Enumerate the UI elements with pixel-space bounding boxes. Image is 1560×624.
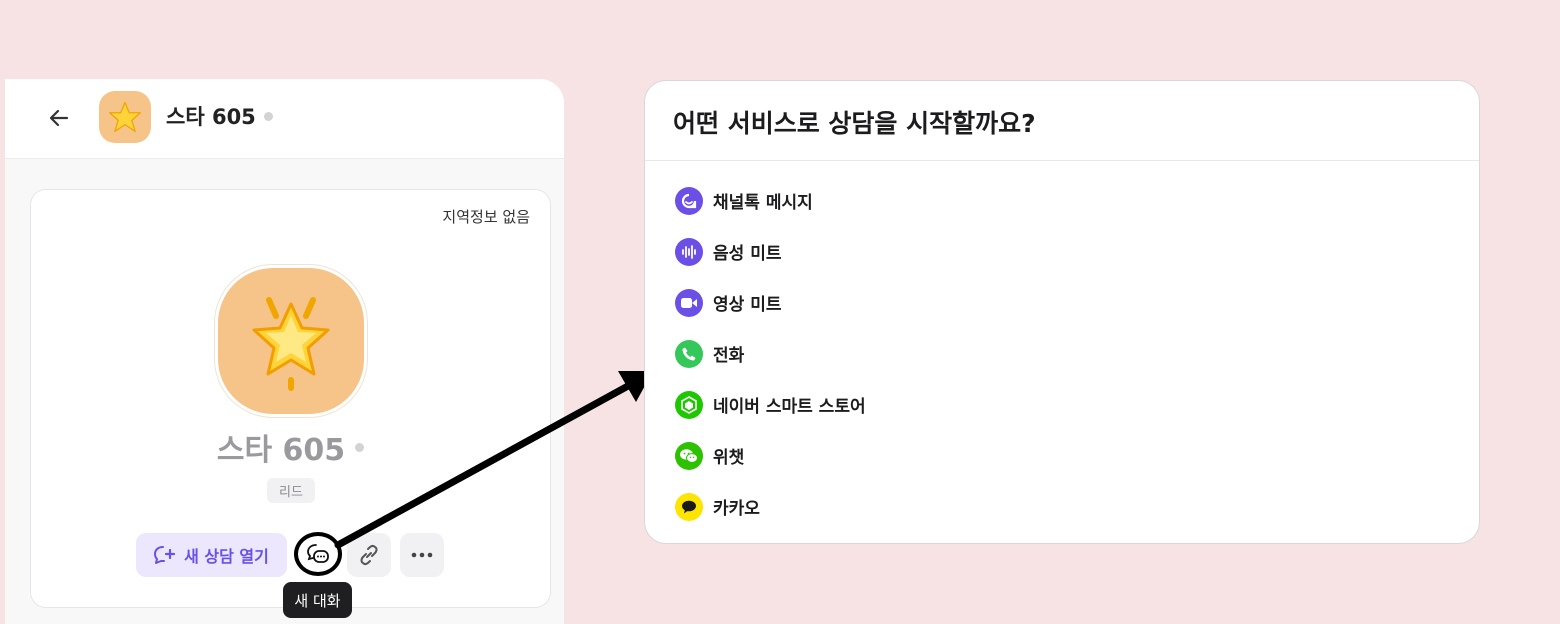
option-label: 채널톡 메시지 (713, 193, 813, 213)
service-option-list: 채널톡 메시지 음성 미트 영상 미트 전화 네이버 스마트 스토어 위챗 카카… (675, 175, 866, 532)
region-label: 지역정보 없음 (442, 208, 530, 226)
option-label: 네이버 스마트 스토어 (713, 397, 866, 417)
divider (645, 160, 1479, 161)
tooltip: 새 대화 (283, 582, 352, 618)
open-chat-button[interactable]: 새 상담 열기 (136, 533, 287, 577)
link-icon (360, 544, 378, 566)
option-label: 위챗 (713, 448, 745, 468)
profile-avatar (215, 265, 367, 417)
profile-header: 스타 605 (5, 79, 564, 159)
profile-panel: 스타 605 지역정보 없음 스타 605 리드 새 상담 열기 (5, 79, 564, 624)
status-dot (355, 443, 365, 452)
option-label: 전화 (713, 346, 745, 366)
new-conversation-button[interactable] (294, 532, 342, 576)
dialog-title: 어떤 서비스로 상담을 시작할까요? (673, 109, 1036, 138)
chat-plus-icon (154, 546, 176, 564)
wechat-icon (675, 441, 703, 470)
option-label: 영상 미트 (713, 295, 782, 315)
phone-icon (675, 339, 703, 368)
option-label: 카카오 (713, 499, 760, 519)
star-icon (109, 101, 141, 133)
option-kakao[interactable]: 카카오 (675, 481, 866, 532)
option-voice-meet[interactable]: 음성 미트 (675, 226, 866, 277)
kakao-icon (675, 492, 703, 521)
status-dot (264, 112, 273, 121)
channeltalk-icon (675, 186, 703, 215)
profile-name: 스타 605 (31, 431, 550, 471)
service-select-dialog: 어떤 서비스로 상담을 시작할까요? 채널톡 메시지 음성 미트 영상 미트 전… (644, 80, 1480, 544)
option-video-meet[interactable]: 영상 미트 (675, 277, 866, 328)
profile-card: 지역정보 없음 스타 605 리드 새 상담 열기 (30, 189, 551, 608)
voice-meet-icon (675, 237, 703, 266)
naver-smartstore-icon (675, 390, 703, 419)
avatar (99, 91, 151, 143)
profile-name-text: 스타 605 (216, 433, 346, 468)
option-wechat[interactable]: 위챗 (675, 430, 866, 481)
option-label: 음성 미트 (713, 244, 782, 264)
lead-tag: 리드 (267, 478, 315, 503)
more-horizontal-icon (411, 552, 433, 558)
header-name: 스타 605 (166, 105, 256, 129)
arrow-left-icon (49, 109, 69, 127)
option-phone[interactable]: 전화 (675, 328, 866, 379)
more-button[interactable] (400, 533, 444, 577)
chat-bubble-icon (307, 544, 329, 563)
copy-link-button[interactable] (347, 533, 391, 577)
back-button[interactable] (41, 100, 77, 136)
option-channeltalk[interactable]: 채널톡 메시지 (675, 175, 866, 226)
open-chat-label: 새 상담 열기 (184, 547, 269, 566)
sparkling-star-icon (252, 297, 330, 391)
video-meet-icon (675, 288, 703, 317)
option-naver-smartstore[interactable]: 네이버 스마트 스토어 (675, 379, 866, 430)
